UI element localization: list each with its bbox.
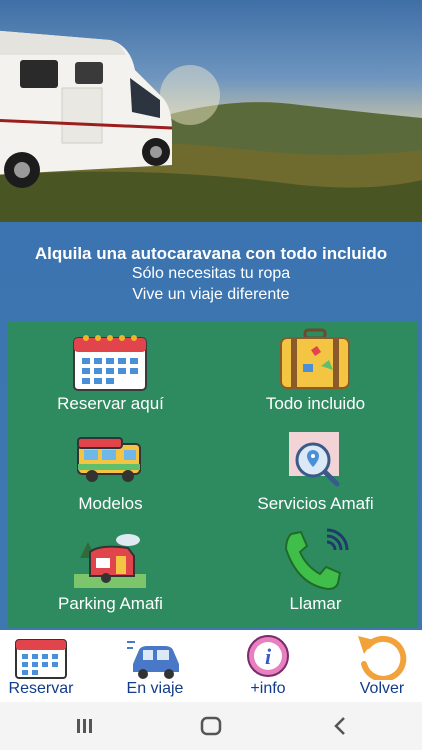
suitcase-icon: [280, 328, 350, 389]
calendar-icon: [73, 335, 147, 391]
return-arrow-icon: [358, 635, 407, 680]
bottom-nav: Reservar En viaje i +info Volver: [0, 630, 422, 702]
phone-call-icon: [284, 528, 349, 591]
map-search-icon: [289, 432, 340, 487]
menu-label: Servicios Amafi: [257, 494, 374, 513]
calendar-icon: [15, 639, 67, 679]
tagline-headline: Alquila una autocaravana con todo inclui…: [34, 244, 388, 263]
tagline-subtitle-1: Sólo necesitas tu ropa: [131, 265, 291, 282]
car-icon: [127, 641, 179, 679]
nav-volver[interactable]: Volver: [332, 630, 422, 702]
menu-label: Modelos: [78, 494, 143, 513]
main-menu-grid: Reservar aquí Todo incluido Modelos Serv…: [8, 322, 418, 628]
caravan-park-icon: [74, 534, 146, 588]
nav-label: Volver: [359, 680, 405, 697]
recents-button[interactable]: [55, 702, 115, 750]
menu-label: Parking Amafi: [58, 594, 163, 613]
tagline-subtitle-2: Vive un viaje diferente: [132, 286, 290, 303]
menu-modelos[interactable]: Modelos: [8, 422, 213, 522]
nav-label: +info: [250, 680, 286, 697]
nav-label: En viaje: [126, 680, 184, 697]
info-icon: i: [247, 635, 289, 677]
nav-en-viaje[interactable]: En viaje: [105, 630, 205, 702]
menu-label: Llamar: [289, 594, 342, 613]
menu-reservar-aqui[interactable]: Reservar aquí: [8, 322, 213, 422]
menu-todo-incluido[interactable]: Todo incluido: [213, 322, 418, 422]
menu-label: Reservar aquí: [57, 394, 164, 413]
hero-image: [0, 0, 422, 222]
svg-text:i: i: [265, 644, 272, 669]
back-button[interactable]: [310, 702, 370, 750]
home-icon: [200, 716, 222, 736]
nav-reservar[interactable]: Reservar: [0, 630, 91, 702]
menu-label: Todo incluido: [265, 394, 366, 413]
menu-parking-amafi[interactable]: Parking Amafi: [8, 522, 213, 622]
home-button[interactable]: [181, 702, 241, 750]
system-nav-bar: [0, 702, 422, 750]
nav-info[interactable]: i +info: [218, 630, 318, 702]
recents-icon: [77, 719, 92, 733]
motorhome-illustration: [0, 30, 173, 188]
back-icon: [334, 717, 345, 735]
nav-label: Reservar: [8, 680, 74, 697]
menu-llamar[interactable]: Llamar: [213, 522, 418, 622]
menu-servicios-amafi[interactable]: Servicios Amafi: [213, 422, 418, 522]
camper-van-icon: [77, 437, 141, 482]
